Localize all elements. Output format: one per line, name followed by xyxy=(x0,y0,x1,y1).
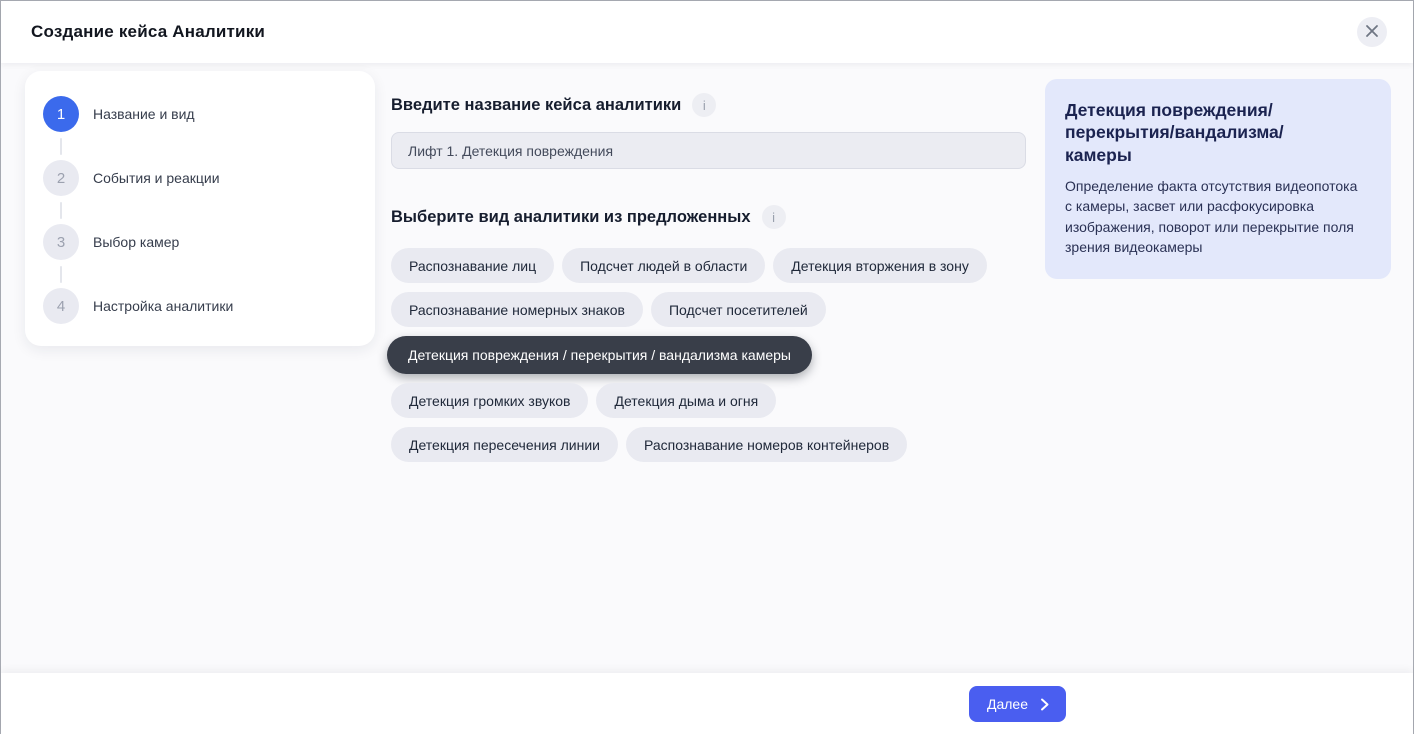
chip-license-plate-recognition[interactable]: Распознавание номерных знаков xyxy=(391,292,643,327)
step-connector xyxy=(60,202,62,219)
case-name-heading: Введите название кейса аналитики i xyxy=(391,93,716,117)
chip-row: Детекция повреждения / перекрытия / ванд… xyxy=(391,336,1031,374)
chip-container-number-recognition[interactable]: Распознавание номеров контейнеров xyxy=(626,427,907,462)
step-label: Настройка аналитики xyxy=(93,298,233,314)
step-label: События и реакции xyxy=(93,170,220,186)
chevron-right-icon xyxy=(1037,697,1052,712)
next-button-label: Далее xyxy=(987,696,1028,712)
analytics-description-text: Определение факта отсутствия видеопотока… xyxy=(1065,176,1365,257)
chip-camera-damage-detection-selected[interactable]: Детекция повреждения / перекрытия / ванд… xyxy=(387,336,812,374)
close-button[interactable] xyxy=(1357,17,1387,47)
analytics-type-heading-text: Выберите вид аналитики из предложенных xyxy=(391,208,751,227)
case-name-input[interactable] xyxy=(391,132,1026,169)
chip-row: Детекция пересечения линии Распознавание… xyxy=(391,427,1031,462)
step-label: Название и вид xyxy=(93,106,195,122)
analytics-description-title: Детекция повреждения/ перекрытия/вандали… xyxy=(1065,99,1371,166)
dialog-content: 1 Название и вид 2 События и реакции 3 В… xyxy=(1,63,1413,673)
chip-row: Детекция громких звуков Детекция дыма и … xyxy=(391,383,1031,418)
title-line: перекрытия/вандализма/ xyxy=(1065,121,1371,143)
chip-line-crossing-detection[interactable]: Детекция пересечения линии xyxy=(391,427,618,462)
title-line: камеры xyxy=(1065,144,1371,166)
stepper-card: 1 Название и вид 2 События и реакции 3 В… xyxy=(25,71,375,346)
case-name-heading-text: Введите название кейса аналитики xyxy=(391,96,681,115)
chip-row: Распознавание лиц Подсчет людей в област… xyxy=(391,248,1031,283)
info-icon[interactable]: i xyxy=(762,205,786,229)
close-icon xyxy=(1365,24,1379,41)
dialog-title: Создание кейса Аналитики xyxy=(31,22,265,42)
step-number-badge: 4 xyxy=(43,288,79,324)
stepper-item-analytics-settings[interactable]: 4 Настройка аналитики xyxy=(43,288,233,324)
chip-people-count-in-area[interactable]: Подсчет людей в области xyxy=(562,248,765,283)
analytics-type-chips: Распознавание лиц Подсчет людей в област… xyxy=(391,248,1031,462)
chip-row: Распознавание номерных знаков Подсчет по… xyxy=(391,292,1031,327)
step-number-badge: 3 xyxy=(43,224,79,260)
chip-smoke-fire-detection[interactable]: Детекция дыма и огня xyxy=(596,383,776,418)
chip-face-recognition[interactable]: Распознавание лиц xyxy=(391,248,554,283)
create-analytics-case-dialog: { "window": { "title": "Создание кейса А… xyxy=(0,0,1414,734)
chip-loud-sound-detection[interactable]: Детекция громких звуков xyxy=(391,383,588,418)
info-icon[interactable]: i xyxy=(692,93,716,117)
step-label: Выбор камер xyxy=(93,234,179,250)
chip-zone-intrusion-detection[interactable]: Детекция вторжения в зону xyxy=(773,248,987,283)
step-number-badge: 2 xyxy=(43,160,79,196)
dialog-footer: Далее xyxy=(1,673,1413,734)
analytics-type-heading: Выберите вид аналитики из предложенных i xyxy=(391,205,786,229)
step-connector xyxy=(60,266,62,283)
next-button[interactable]: Далее xyxy=(969,686,1066,722)
analytics-description-panel: Детекция повреждения/ перекрытия/вандали… xyxy=(1045,79,1391,279)
stepper-item-camera-selection[interactable]: 3 Выбор камер xyxy=(43,224,179,260)
stepper-item-name-and-type[interactable]: 1 Название и вид xyxy=(43,96,195,132)
stepper-item-events-and-reactions[interactable]: 2 События и реакции xyxy=(43,160,220,196)
title-line: Детекция повреждения/ xyxy=(1065,99,1371,121)
step-number-badge: 1 xyxy=(43,96,79,132)
dialog-header: Создание кейса Аналитики xyxy=(1,1,1413,63)
step-connector xyxy=(60,138,62,155)
chip-visitor-count[interactable]: Подсчет посетителей xyxy=(651,292,826,327)
